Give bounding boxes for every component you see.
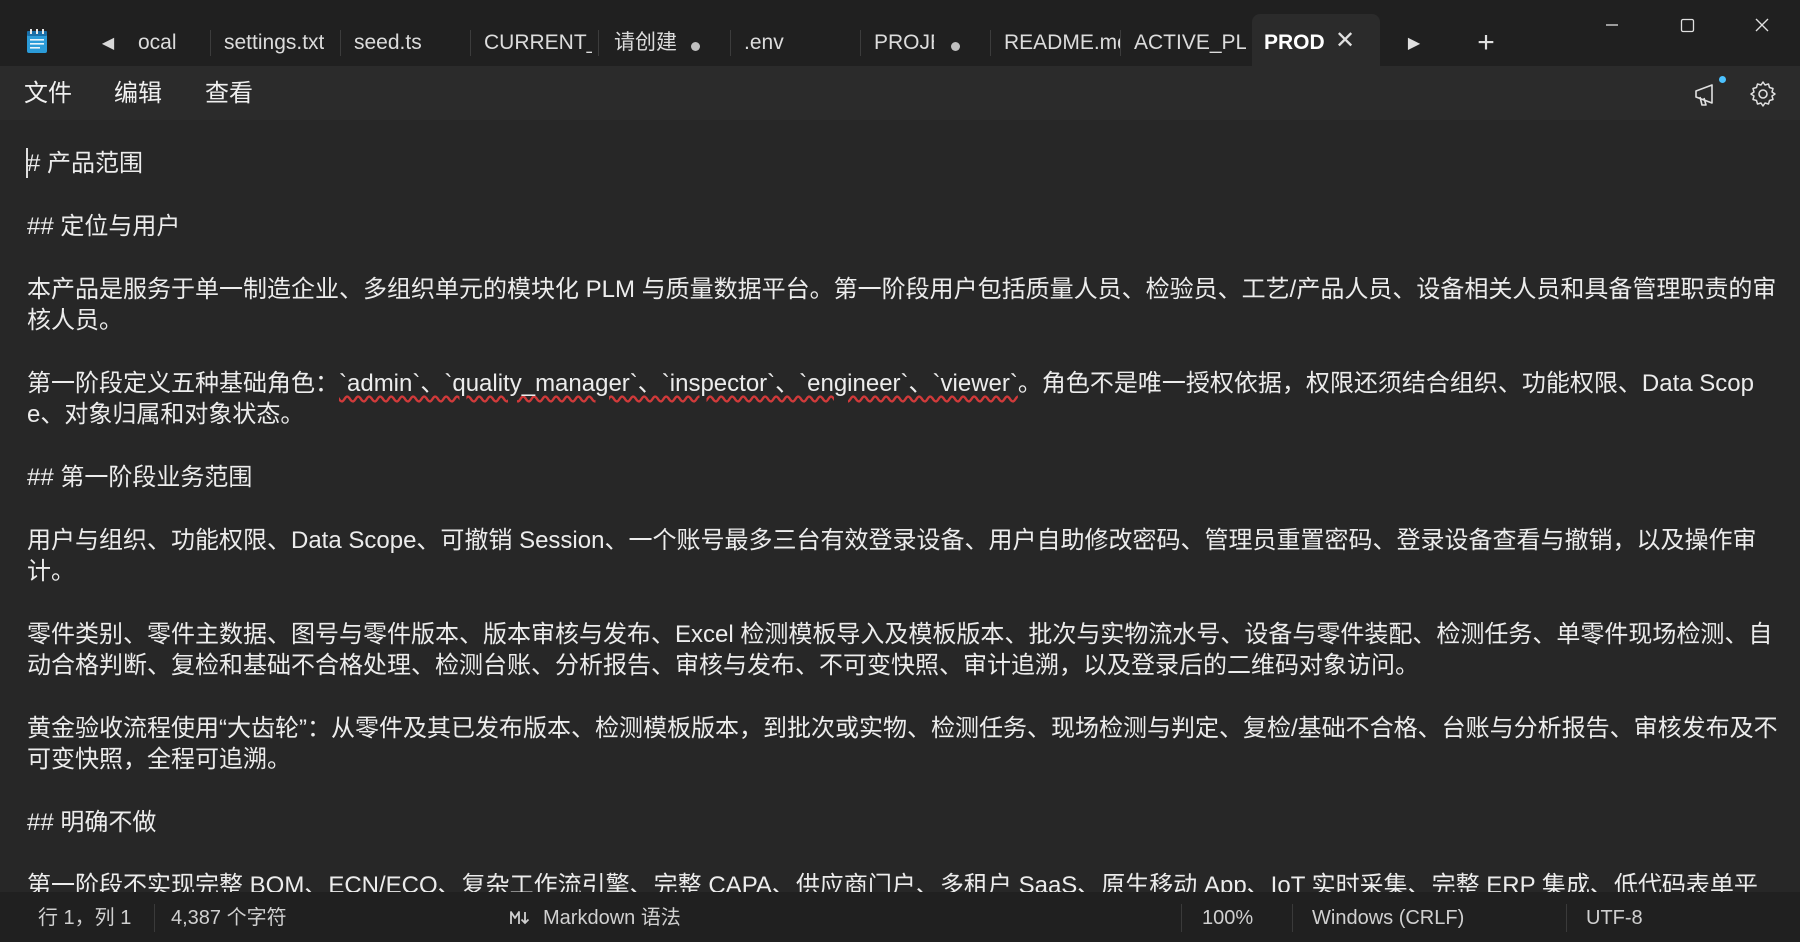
caret-right-icon[interactable]: ▶ bbox=[1404, 34, 1424, 54]
tab-label: CURRENT_ST bbox=[484, 31, 592, 54]
tab-prod[interactable]: PROD ✕ bbox=[1252, 14, 1380, 66]
tab-label: settings.txt bbox=[224, 31, 325, 54]
line-ending[interactable]: Windows (CRLF) bbox=[1312, 906, 1464, 930]
status-separator bbox=[1181, 904, 1182, 932]
tab-separator bbox=[210, 30, 211, 56]
tab-separator bbox=[730, 30, 731, 56]
tab-separator bbox=[340, 30, 341, 56]
title-bar: ◀ ocal settings.txt seed.ts CURRENT_ST 请… bbox=[0, 0, 1800, 66]
feedback-megaphone-icon[interactable] bbox=[1692, 80, 1722, 110]
paragraph-roles: 第一阶段定义五种基础角色：`admin`、`quality_manager`、`… bbox=[27, 368, 1787, 430]
gear-icon[interactable] bbox=[1748, 79, 1778, 109]
tab-active-plai[interactable]: ACTIVE_PLAI bbox=[1122, 14, 1250, 66]
tab-label: 请创建 bbox=[614, 31, 677, 54]
heading-2-scope: ## 第一阶段业务范围 bbox=[27, 464, 253, 491]
language-mode[interactable]: Markdown 语法 bbox=[543, 906, 681, 930]
tab-label: seed.ts bbox=[354, 31, 422, 54]
minimize-icon[interactable] bbox=[1586, 8, 1636, 42]
tab-env[interactable]: .env bbox=[732, 14, 860, 66]
cursor-position[interactable]: 行 1，列 1 bbox=[38, 906, 131, 930]
zoom-level[interactable]: 100% bbox=[1202, 906, 1253, 930]
tab-separator bbox=[1120, 30, 1121, 56]
heading-2-positioning: ## 定位与用户 bbox=[27, 213, 181, 240]
tab-label: .env bbox=[744, 31, 784, 54]
paragraph-parts-inspection: 零件类别、零件主数据、图号与零件版本、版本审核与发布、Excel 检测模板导入及… bbox=[27, 621, 1773, 679]
heading-1: # 产品范围 bbox=[27, 150, 144, 177]
status-bar: 行 1，列 1 4,387 个字符 Markdown 语法 100% Windo… bbox=[0, 892, 1800, 942]
menu-file[interactable]: 文件 bbox=[24, 78, 72, 110]
menu-view[interactable]: 查看 bbox=[205, 78, 253, 110]
roles-intro: 第一阶段定义五种基础角色： bbox=[27, 370, 339, 397]
plus-icon[interactable]: + bbox=[1471, 28, 1501, 58]
tab-ocal[interactable]: ocal bbox=[126, 14, 210, 66]
menu-bar: 文件 编辑 查看 bbox=[0, 66, 1800, 120]
tab-proje[interactable]: PROJE( bbox=[862, 14, 990, 66]
menu-edit[interactable]: 编辑 bbox=[114, 78, 162, 110]
text-editor[interactable]: # 产品范围 ## 定位与用户 本产品是服务于单一制造企业、多组织单元的模块化 … bbox=[0, 120, 1800, 892]
character-count: 4,387 个字符 bbox=[171, 907, 287, 929]
roles-list: `admin`、`quality_manager`、`inspector`、`e… bbox=[339, 370, 1018, 397]
status-separator bbox=[1292, 904, 1293, 932]
tab-current-st[interactable]: CURRENT_ST bbox=[472, 14, 598, 66]
notification-dot-icon bbox=[1719, 76, 1726, 83]
notepad-icon[interactable] bbox=[26, 28, 48, 54]
status-separator bbox=[154, 904, 155, 932]
encoding[interactable]: UTF-8 bbox=[1586, 906, 1643, 930]
tab-label: ocal bbox=[138, 31, 177, 54]
tab-separator bbox=[470, 30, 471, 56]
tab-separator bbox=[598, 30, 599, 56]
tab-separator bbox=[990, 30, 991, 56]
close-icon[interactable] bbox=[1737, 8, 1787, 42]
unsaved-dot-icon bbox=[691, 42, 700, 51]
tab-label: PROD bbox=[1264, 31, 1325, 54]
paragraph-exclusions: 第一阶段不实现完整 BOM、ECN/ECO、复杂工作流引擎、完整 CAPA、供应… bbox=[27, 872, 1758, 892]
paragraph-platform: 本产品是服务于单一制造企业、多组织单元的模块化 PLM 与质量数据平台。第一阶段… bbox=[27, 276, 1777, 334]
close-icon[interactable]: ✕ bbox=[1334, 29, 1356, 53]
paragraph-users-org: 用户与组织、功能权限、Data Scope、可撤销 Session、一个账号最多… bbox=[27, 527, 1757, 585]
tab-label: README.md bbox=[1004, 31, 1120, 54]
paragraph-acceptance-flow: 黄金验收流程使用“大齿轮”：从零件及其已发布版本、检测模板版本，到批次或实物、检… bbox=[27, 715, 1778, 773]
tab-readme-md[interactable]: README.md bbox=[992, 14, 1120, 66]
maximize-icon[interactable] bbox=[1662, 8, 1712, 42]
tab-separator bbox=[860, 30, 861, 56]
tab-seed-ts[interactable]: seed.ts bbox=[342, 14, 470, 66]
caret-left-icon[interactable]: ◀ bbox=[98, 34, 118, 54]
tab-settings-txt[interactable]: settings.txt bbox=[212, 14, 340, 66]
tab-label: ACTIVE_PLAI bbox=[1134, 31, 1246, 54]
markdown-icon bbox=[510, 911, 530, 925]
tab-label: PROJE( bbox=[874, 31, 934, 54]
unsaved-dot-icon bbox=[951, 42, 960, 51]
heading-2-exclusions: ## 明确不做 bbox=[27, 809, 157, 836]
status-separator bbox=[1566, 904, 1567, 932]
tab-qingchuangjian[interactable]: 请创建 bbox=[602, 14, 730, 66]
